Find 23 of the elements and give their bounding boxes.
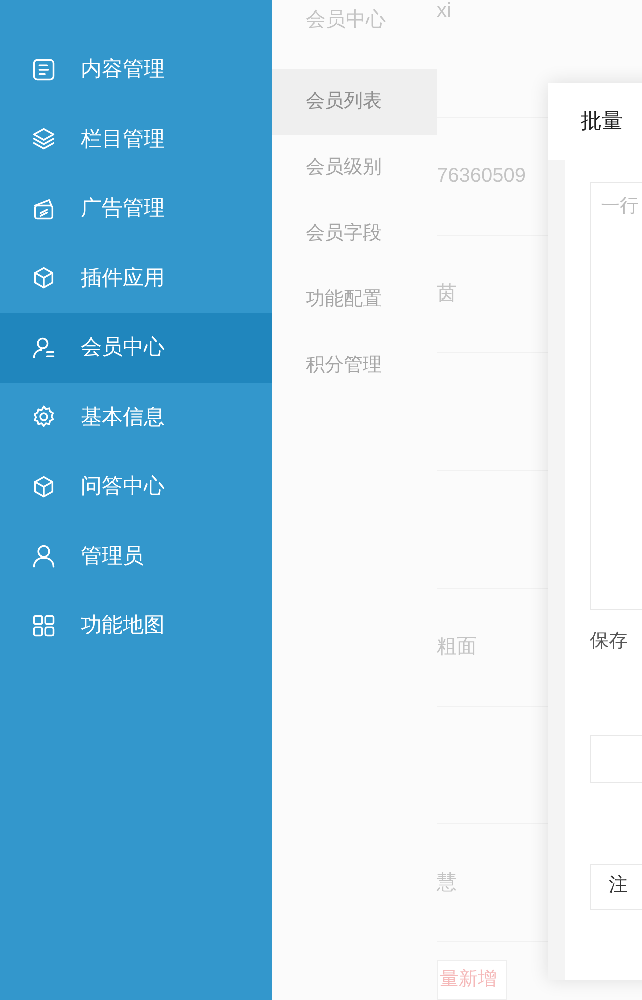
sidebar-item[interactable]: 插件应用 xyxy=(0,244,272,313)
sidebar-item[interactable]: 管理员 xyxy=(0,522,272,591)
submenu-item[interactable]: 会员列表 xyxy=(272,69,437,135)
submenu-item[interactable]: 积分管理 xyxy=(272,333,437,399)
sidebar-item[interactable]: 基本信息 xyxy=(0,382,272,452)
text-area[interactable]: 一行 xyxy=(590,182,642,610)
sidebar-item[interactable]: 广告管理 xyxy=(0,174,272,244)
submenu-item[interactable]: 会员字段 xyxy=(272,201,437,267)
grid-icon xyxy=(31,612,57,639)
sidebar-item[interactable]: 会员中心 xyxy=(0,313,272,382)
submenu-item[interactable]: 会员级别 xyxy=(272,135,437,201)
layers-icon xyxy=(31,126,57,152)
batch-add-button[interactable]: 量新增 xyxy=(437,960,507,1000)
dialog-title: 批量 xyxy=(581,108,623,135)
sidebar-item[interactable]: 功能地图 xyxy=(0,591,272,660)
user-icon xyxy=(31,543,57,570)
save-label: 保存 xyxy=(590,630,629,654)
submenu-item[interactable]: 功能配置 xyxy=(272,267,437,333)
sidebar-item[interactable]: 内容管理 xyxy=(0,35,272,104)
document-icon xyxy=(31,56,57,83)
register-button[interactable]: 注 xyxy=(590,864,642,910)
sidebar-item[interactable]: 栏目管理 xyxy=(0,104,272,174)
sidebar-item[interactable]: 问答中心 xyxy=(0,452,272,522)
